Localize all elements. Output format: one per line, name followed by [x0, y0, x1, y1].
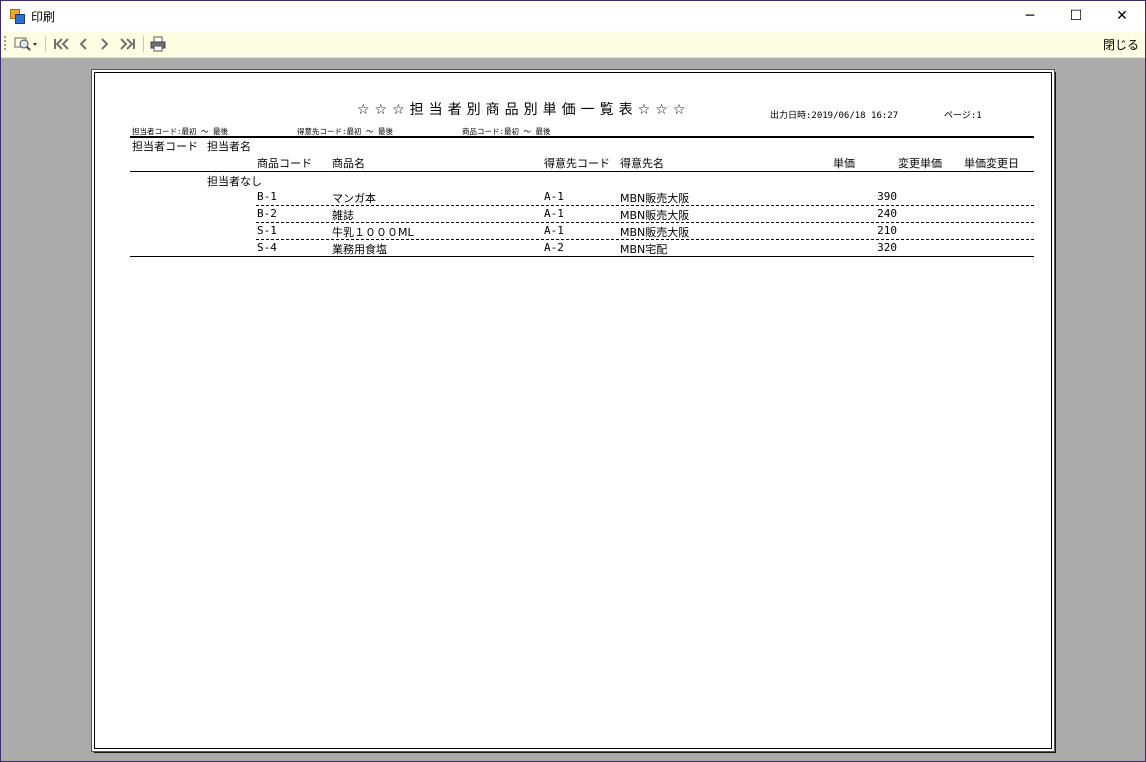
- first-page-icon: [54, 38, 69, 50]
- magnifier-icon: [14, 37, 37, 51]
- header-product-code: 商品コード: [257, 157, 312, 170]
- row-divider: [256, 222, 1034, 223]
- row-customer-name: MBN販売大阪: [620, 192, 690, 205]
- toolbar-separator: [143, 36, 144, 52]
- maximize-button[interactable]: ☐: [1053, 1, 1099, 31]
- zoom-dropdown-button[interactable]: [11, 34, 41, 54]
- row-product-code: S-1: [257, 224, 277, 237]
- header-changed-price: 変更単価: [898, 157, 942, 170]
- report-title: ☆☆☆担当者別商品別単価一覧表☆☆☆: [357, 102, 691, 118]
- row-unit-price: 210: [877, 224, 897, 237]
- report-content: ☆☆☆担当者別商品別単価一覧表☆☆☆ 出力日時:2019/06/18 16:27…: [92, 70, 1054, 751]
- minimize-button[interactable]: ─: [1007, 1, 1053, 31]
- printer-icon: [150, 36, 166, 52]
- row-product-name: 牛乳１０００ML: [332, 226, 414, 239]
- row-divider: [256, 205, 1034, 206]
- print-button[interactable]: [147, 34, 169, 54]
- row-customer-name: MBN販売大阪: [620, 226, 690, 239]
- report-page: ☆☆☆担当者別商品別単価一覧表☆☆☆ 出力日時:2019/06/18 16:27…: [91, 69, 1055, 752]
- next-page-icon: [101, 38, 109, 50]
- row-customer-code: A-1: [544, 224, 564, 237]
- row-product-code: B-1: [257, 190, 277, 203]
- header-customer-code: 得意先コード: [544, 157, 610, 170]
- prev-page-button[interactable]: [73, 34, 93, 54]
- first-page-button[interactable]: [50, 34, 72, 54]
- header-change-date: 単価変更日: [964, 157, 1019, 170]
- last-page-icon: [120, 38, 135, 50]
- row-unit-price: 240: [877, 207, 897, 220]
- table-bottom-rule: [130, 256, 1034, 257]
- header-staff-name: 担当者名: [207, 140, 251, 153]
- header-rule-bottom: [130, 171, 1034, 172]
- row-unit-price: 320: [877, 241, 897, 254]
- prev-page-icon: [79, 38, 87, 50]
- header-product-name: 商品名: [332, 157, 365, 170]
- title-bar: 印刷 ─ ☐ ✕: [1, 1, 1145, 31]
- row-customer-name: MBN宅配: [620, 243, 668, 256]
- last-page-button[interactable]: [117, 34, 139, 54]
- output-datetime: 出力日時:2019/06/18 16:27: [770, 111, 899, 121]
- close-preview-button[interactable]: 閉じる: [1103, 36, 1139, 53]
- header-customer-name: 得意先名: [620, 157, 664, 170]
- row-customer-code: A-1: [544, 207, 564, 220]
- row-product-name: マンガ本: [332, 192, 376, 205]
- print-preview-window: 印刷 ─ ☐ ✕ 閉じる ☆☆☆担当者別商品別単価一覧表☆☆☆ 出力日時:201…: [0, 0, 1146, 762]
- row-product-name: 業務用食塩: [332, 243, 387, 256]
- header-rule-top: [130, 136, 1034, 138]
- next-page-button[interactable]: [95, 34, 115, 54]
- row-customer-code: A-1: [544, 190, 564, 203]
- preview-toolbar: 閉じる: [1, 31, 1145, 58]
- group-label: 担当者なし: [207, 175, 262, 188]
- row-product-code: B-2: [257, 207, 277, 220]
- header-unit-price: 単価: [833, 157, 855, 170]
- row-divider: [256, 239, 1034, 240]
- header-staff-code: 担当者コード: [132, 140, 198, 153]
- row-customer-code: A-2: [544, 241, 564, 254]
- toolbar-separator: [45, 36, 46, 52]
- row-customer-name: MBN販売大阪: [620, 209, 690, 222]
- app-icon: [10, 9, 25, 24]
- page-number: ページ:1: [944, 111, 982, 121]
- close-button[interactable]: ✕: [1099, 1, 1145, 31]
- row-unit-price: 390: [877, 190, 897, 203]
- window-title: 印刷: [31, 10, 56, 24]
- toolbar-grip: [4, 36, 6, 52]
- row-product-code: S-4: [257, 241, 277, 254]
- row-product-name: 雑誌: [332, 209, 354, 222]
